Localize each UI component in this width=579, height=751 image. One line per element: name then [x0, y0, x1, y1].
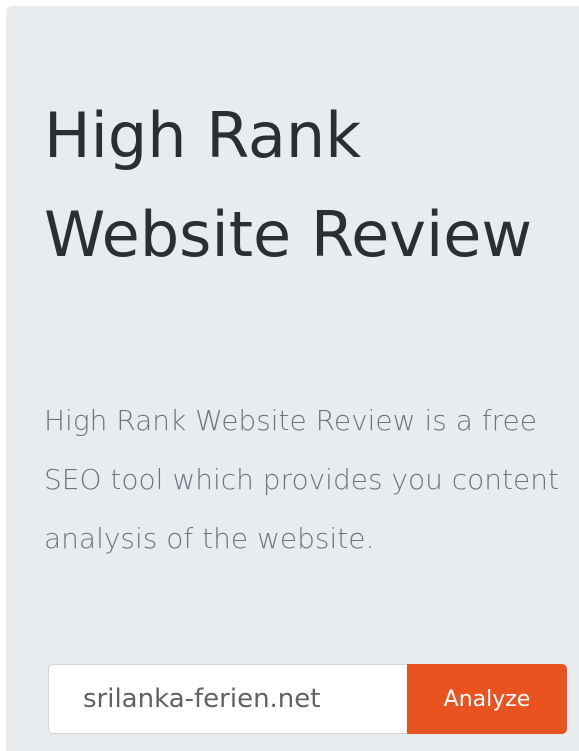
url-input[interactable] [48, 664, 407, 734]
hero-panel: High Rank Website Review High Rank Websi… [6, 6, 579, 751]
tool-description: High Rank Website Review is a free SEO t… [44, 404, 559, 555]
analyze-form: Analyze [48, 664, 567, 734]
page-title: High Rank Website Review [44, 99, 533, 271]
analyze-button[interactable]: Analyze [407, 664, 567, 734]
